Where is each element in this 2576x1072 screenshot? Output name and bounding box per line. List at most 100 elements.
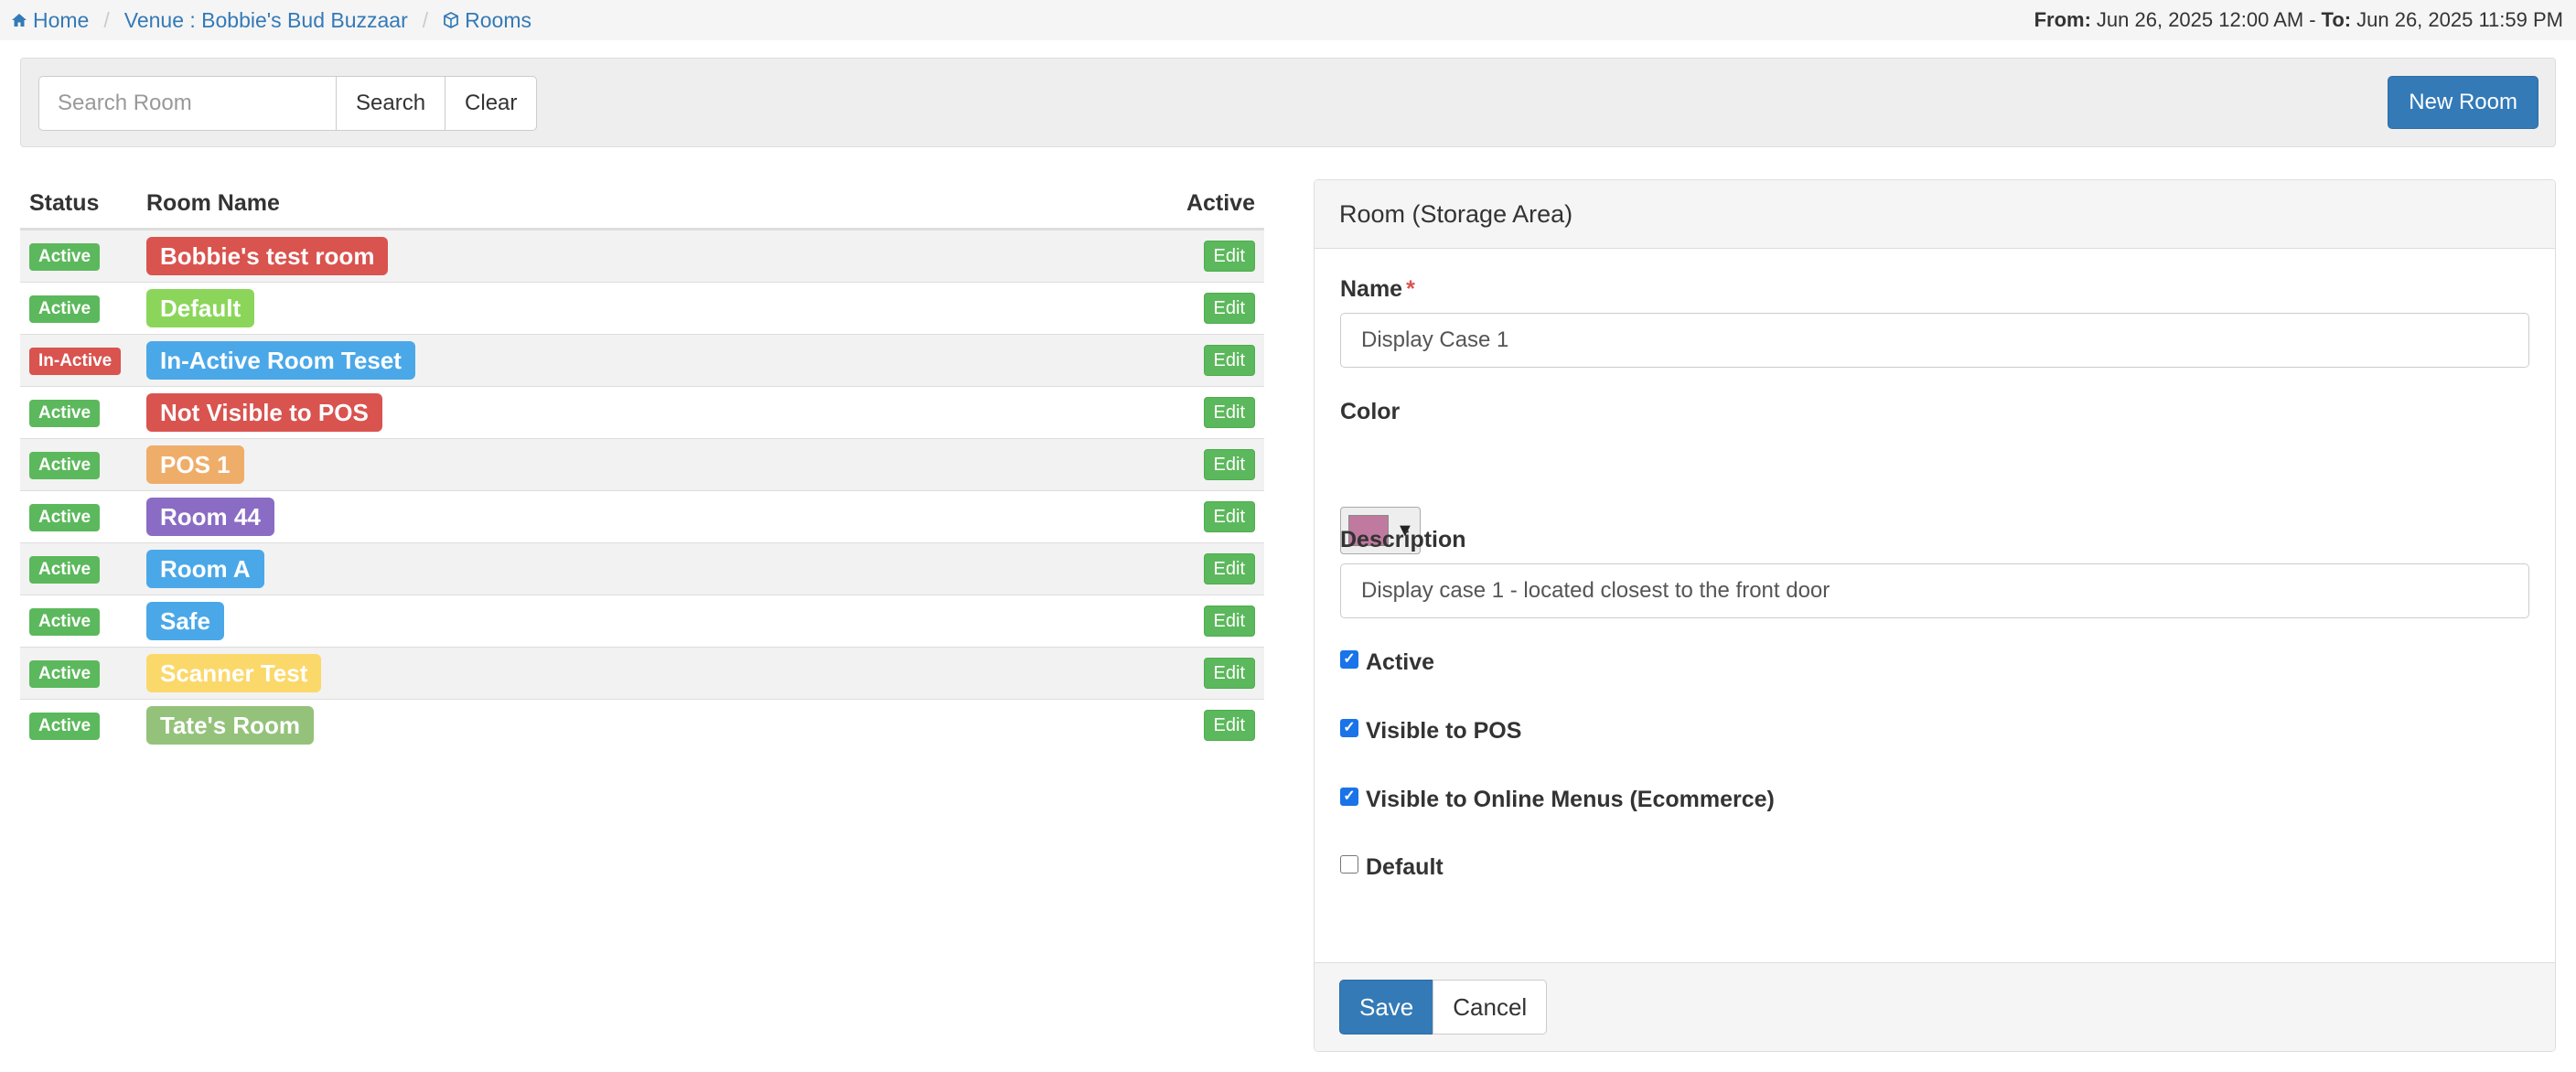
breadcrumb-venue-label: Venue : Bobbie's Bud Buzzaar — [123, 7, 408, 32]
room-name-cell: Tate's Room — [137, 699, 1003, 751]
status-badge: Active — [29, 556, 101, 584]
default-checkbox-row: Default — [1340, 854, 1444, 881]
clear-button[interactable]: Clear — [445, 76, 538, 131]
table-header-row: Status Room Name Active — [20, 178, 1264, 230]
edit-button[interactable]: Edit — [1203, 710, 1255, 741]
breadcrumb-home[interactable]: Home — [11, 8, 89, 33]
status-badge: Active — [29, 504, 101, 531]
description-field[interactable] — [1340, 563, 2529, 618]
room-name-label: Not Visible to POS — [146, 393, 382, 432]
date-from-label: From: — [2034, 8, 2091, 31]
date-to-value: Jun 26, 2025 11:59 PM — [2356, 8, 2563, 31]
edit-button[interactable]: Edit — [1203, 553, 1255, 584]
status-badge: Active — [29, 243, 101, 271]
status-badge: In-Active — [29, 348, 122, 375]
required-marker: * — [1406, 276, 1415, 302]
rooms-table: Status Room Name Active Active Bobbie's t… — [20, 178, 1264, 751]
default-checkbox-label[interactable]: Default — [1366, 854, 1444, 881]
panel-title: Room (Storage Area) — [1339, 199, 1573, 228]
header-active[interactable]: Active — [1002, 178, 1264, 230]
breadcrumb-separator: / — [103, 7, 110, 32]
date-from-value: Jun 26, 2025 12:00 AM — [2096, 8, 2304, 31]
visible-online-checkbox[interactable]: ✓ — [1340, 787, 1358, 806]
panel-heading: Room (Storage Area) — [1315, 180, 2555, 249]
room-name-cell: Scanner Test — [137, 647, 1003, 700]
status-cell: Active — [20, 490, 137, 543]
name-label-text: Name — [1340, 276, 1403, 302]
status-badge: Active — [29, 713, 101, 740]
header-room-name[interactable]: Room Name — [137, 178, 1003, 230]
edit-button[interactable]: Edit — [1203, 658, 1255, 689]
date-range-dash: - — [2309, 8, 2316, 31]
search-toolbar: Search Clear New Room — [20, 58, 2556, 147]
breadcrumb-rooms[interactable]: Rooms — [443, 8, 531, 33]
room-name-cell: POS 1 — [137, 438, 1003, 491]
search-group: Search Clear — [38, 76, 538, 131]
header-status[interactable]: Status — [20, 178, 137, 230]
status-cell: Active — [20, 438, 137, 491]
edit-cell: Edit — [1002, 229, 1264, 283]
table-row: Active Scanner Test Edit — [20, 647, 1264, 700]
visible-pos-checkbox[interactable]: ✓ — [1340, 718, 1358, 737]
edit-button[interactable]: Edit — [1203, 501, 1255, 532]
home-icon — [12, 14, 27, 27]
edit-button[interactable]: Edit — [1203, 293, 1255, 324]
edit-cell: Edit — [1002, 647, 1264, 700]
room-name-label: Scanner Test — [146, 654, 322, 692]
edit-button[interactable]: Edit — [1203, 449, 1255, 480]
edit-button[interactable]: Edit — [1203, 241, 1255, 272]
new-room-button[interactable]: New Room — [2388, 76, 2538, 129]
status-cell: Active — [20, 595, 137, 648]
status-cell: Active — [20, 699, 137, 751]
table-row: Active Safe Edit — [20, 595, 1264, 648]
status-cell: Active — [20, 229, 137, 283]
room-name-label: Room A — [146, 550, 264, 588]
date-range: From: Jun 26, 2025 12:00 AM - To: Jun 26… — [2034, 0, 2563, 40]
name-label: Name * — [1340, 276, 1415, 303]
breadcrumb: Home / Venue : Bobbie's Bud Buzzaar / Ro… — [11, 0, 531, 40]
table-row: Active Tate's Room Edit — [20, 699, 1264, 751]
color-label: Color — [1340, 399, 1401, 424]
rooms-table-body: Active Bobbie's test room Edit Active Defaul… — [20, 229, 1264, 751]
form-actions: Save Cancel — [1339, 980, 1548, 1034]
edit-cell: Edit — [1002, 699, 1264, 751]
name-field[interactable] — [1340, 313, 2529, 368]
edit-button[interactable]: Edit — [1203, 397, 1255, 428]
edit-button[interactable]: Edit — [1203, 606, 1255, 637]
save-button[interactable]: Save — [1339, 980, 1434, 1034]
search-input[interactable] — [38, 76, 337, 131]
active-checkbox-row: ✓ Active — [1340, 649, 1434, 676]
visible-pos-checkbox-row: ✓ Visible to POS — [1340, 718, 1521, 745]
room-name-cell: Not Visible to POS — [137, 386, 1003, 439]
edit-button[interactable]: Edit — [1203, 345, 1255, 376]
cancel-button[interactable]: Cancel — [1433, 980, 1548, 1034]
room-name-cell: Default — [137, 282, 1003, 335]
breadcrumb-home-label: Home — [33, 7, 90, 32]
visible-online-checkbox-label[interactable]: Visible to Online Menus (Ecommerce) — [1366, 787, 1775, 813]
top-bar: Home / Venue : Bobbie's Bud Buzzaar / Ro… — [0, 0, 2576, 40]
status-badge: Active — [29, 660, 101, 688]
visible-pos-checkbox-label[interactable]: Visible to POS — [1366, 718, 1521, 745]
active-checkbox[interactable]: ✓ — [1340, 649, 1358, 669]
page: Home / Venue : Bobbie's Bud Buzzaar / Ro… — [0, 0, 2576, 1072]
table-row: Active POS 1 Edit — [20, 438, 1264, 491]
date-to-label: To: — [2321, 8, 2352, 31]
room-name-cell: Room A — [137, 542, 1003, 595]
status-cell: Active — [20, 542, 137, 595]
breadcrumb-venue[interactable]: Venue : Bobbie's Bud Buzzaar — [124, 8, 408, 33]
room-name-label: Default — [146, 289, 255, 327]
search-button[interactable]: Search — [336, 76, 446, 131]
breadcrumb-rooms-label: Rooms — [465, 7, 531, 32]
table-row: Active Room A Edit — [20, 542, 1264, 595]
panel-footer: Save Cancel — [1315, 962, 2555, 1051]
room-name-label: POS 1 — [146, 445, 244, 484]
visible-online-checkbox-row: ✓ Visible to Online Menus (Ecommerce) — [1340, 787, 1775, 813]
table-row: Active Default Edit — [20, 282, 1264, 335]
table-row: Active Not Visible to POS Edit — [20, 386, 1264, 439]
default-checkbox[interactable] — [1340, 854, 1358, 874]
active-checkbox-label[interactable]: Active — [1366, 649, 1434, 676]
room-name-label: Bobbie's test room — [146, 237, 389, 275]
table-row: Active Room 44 Edit — [20, 490, 1264, 543]
status-badge: Active — [29, 295, 101, 323]
status-badge: Active — [29, 452, 101, 479]
